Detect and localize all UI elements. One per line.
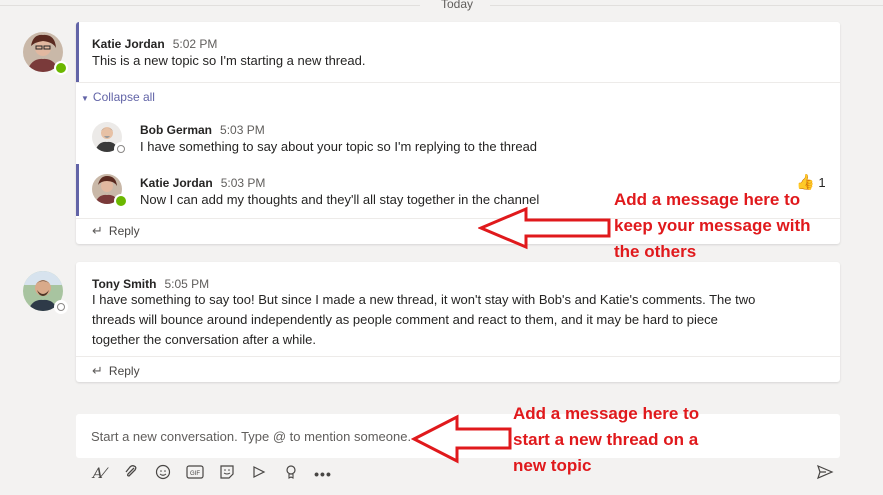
presence-away-icon [54, 300, 68, 314]
annotation-line: start a new thread on a [513, 430, 699, 449]
annotation-line: Add a message here to [513, 404, 700, 423]
annotation-new-thread-note: Add a message here to start a new thread… [513, 401, 699, 479]
more-icon[interactable]: ••• [313, 464, 333, 484]
annotation-line: the others [614, 242, 697, 261]
presence-away-icon [114, 142, 128, 156]
praise-shape [286, 465, 296, 479]
message-text-line: threads will bounce around independently… [92, 312, 718, 327]
gif-icon[interactable]: GIF [185, 464, 205, 484]
paperclip-shape [125, 465, 137, 477]
sticker-icon[interactable] [217, 464, 237, 484]
divider-line-right [490, 5, 883, 6]
annotation-arrow-new-thread [411, 414, 512, 464]
day-divider: Today [0, 0, 883, 12]
thread-card-2: Tony Smith 5:05 PM I have something to sa… [76, 262, 840, 382]
chevron-down-icon: ▼ [81, 94, 89, 103]
message-time: 5:03 PM [220, 123, 265, 137]
message-text: I have something to say about your topic… [140, 139, 538, 154]
praise-icon[interactable] [281, 464, 301, 484]
message-author[interactable]: Katie Jordan [140, 176, 213, 190]
message-author[interactable]: Tony Smith [92, 277, 156, 291]
day-divider-label: Today [441, 0, 474, 11]
svg-text:GIF: GIF [190, 471, 200, 477]
reply-label: Reply [108, 364, 140, 378]
reply-arrow-icon: ↵ [92, 223, 103, 238]
root-message: Katie Jordan 5:02 PM This is a new topic … [76, 22, 840, 82]
meet-shape [253, 466, 266, 478]
presence-available-icon [114, 194, 128, 208]
attach-icon[interactable] [121, 464, 141, 484]
compose-placeholder: Start a new conversation. Type @ to ment… [91, 429, 412, 444]
collapse-all-link[interactable]: ▼ Collapse all [81, 90, 155, 104]
collapse-all-label: Collapse all [92, 90, 155, 104]
emoji-icon[interactable] [153, 464, 173, 484]
meet-icon[interactable] [249, 464, 269, 484]
send-icon[interactable] [815, 464, 835, 484]
annotation-line: keep your message with [614, 216, 811, 235]
presence-available-icon [54, 61, 68, 75]
format-icon[interactable]: A⁄ [89, 464, 109, 484]
annotation-line: Add a message here to [614, 190, 801, 209]
sticker-shape [220, 465, 234, 479]
reply-button[interactable]: ↵ Reply [92, 363, 140, 379]
reply-button[interactable]: ↵ Reply [92, 223, 140, 239]
annotation-arrow-reply [478, 206, 611, 250]
annotation-line: new topic [513, 456, 592, 475]
message-text-line: together the conversation after a while. [92, 332, 317, 347]
reply-arrow-icon: ↵ [92, 363, 103, 378]
message-time: 5:05 PM [164, 277, 210, 291]
send-shape [817, 464, 834, 480]
message-text-line: I have something to say too! But since I… [92, 292, 756, 307]
message-text: This is a new topic so I'm starting a ne… [92, 53, 366, 68]
separator [76, 356, 840, 357]
message-time: 5:03 PM [220, 176, 266, 190]
gif-shape: GIF [186, 465, 204, 479]
reaction-count: 1 [818, 175, 826, 190]
reply-accent-bar [76, 164, 79, 216]
annotation-reply-note: Add a message here to keep your message … [614, 187, 811, 265]
divider-line-left [0, 5, 420, 6]
reply-label: Reply [108, 224, 140, 238]
smiley-shape [155, 464, 171, 480]
message-author[interactable]: Katie Jordan [92, 37, 165, 51]
message-time: 5:02 PM [172, 37, 218, 51]
separator [76, 82, 840, 83]
message-author[interactable]: Bob German [140, 123, 212, 137]
